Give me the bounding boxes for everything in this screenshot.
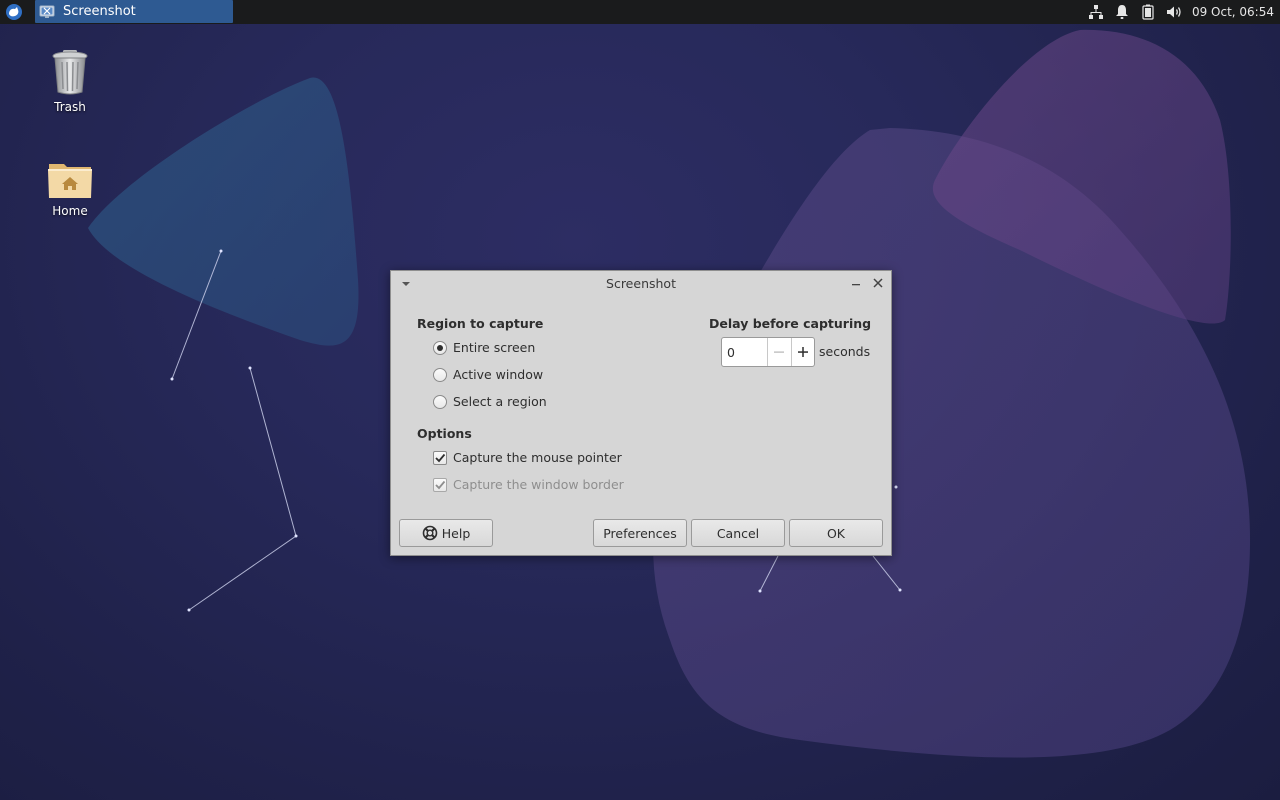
bell-icon[interactable]	[1112, 0, 1132, 24]
help-lifebuoy-icon	[422, 525, 438, 541]
ok-button[interactable]: OK	[789, 519, 883, 547]
screenshot-app-icon	[39, 5, 55, 18]
screenshot-dialog: Screenshot Region to capture Entire scre…	[390, 270, 892, 556]
home-folder-icon	[48, 164, 92, 198]
network-wired-icon[interactable]	[1086, 0, 1106, 24]
radio-label: Select a region	[453, 394, 547, 409]
radio-indicator[interactable]	[433, 367, 447, 382]
seconds-label: seconds	[819, 344, 871, 359]
desktop-icon-trash[interactable]: Trash	[30, 48, 110, 114]
region-heading: Region to capture	[417, 316, 544, 331]
minimize-button[interactable]	[849, 277, 863, 291]
minus-icon	[774, 351, 785, 353]
radio-indicator[interactable]	[433, 394, 447, 409]
volume-icon[interactable]	[1164, 0, 1184, 24]
checkmark-icon	[435, 453, 446, 462]
top-panel: Screenshot 09 Oct, 06:54	[0, 0, 1280, 24]
checkbox-indicator	[433, 477, 447, 492]
radio-select-region[interactable]: Select a region	[433, 394, 547, 409]
checkbox-capture-mouse-pointer[interactable]: Capture the mouse pointer	[433, 450, 622, 465]
dialog-title: Screenshot	[606, 276, 676, 291]
app-menu-button[interactable]	[2, 1, 26, 23]
taskbar-window-label: Screenshot	[63, 4, 136, 19]
decrement-button[interactable]	[767, 338, 791, 366]
delay-heading: Delay before capturing	[709, 316, 872, 331]
plus-icon	[797, 347, 808, 357]
cancel-button[interactable]: Cancel	[691, 519, 785, 547]
ok-button-label: OK	[826, 525, 846, 541]
checkbox-label: Capture the mouse pointer	[453, 450, 622, 465]
checkmark-icon	[435, 480, 446, 489]
radio-label: Active window	[453, 367, 544, 382]
checkbox-indicator[interactable]	[433, 450, 447, 465]
checkbox-capture-window-border: Capture the window border	[433, 477, 624, 492]
radio-entire-screen[interactable]: Entire screen	[433, 340, 535, 355]
clock[interactable]: 09 Oct, 06:54	[1192, 5, 1274, 19]
checkbox-label: Capture the window border	[453, 477, 624, 492]
radio-indicator[interactable]	[433, 340, 447, 355]
desktop-icon-label: Trash	[54, 100, 86, 114]
desktop-icon-home[interactable]: Home	[30, 160, 110, 218]
desktop-icon-label: Home	[52, 204, 88, 218]
help-button[interactable]: Help	[399, 519, 493, 547]
delay-spinbutton[interactable]	[721, 337, 815, 367]
close-button[interactable]	[871, 276, 885, 290]
increment-button[interactable]	[790, 338, 815, 366]
options-heading: Options	[417, 426, 472, 441]
xfce-mouse-icon	[6, 4, 22, 20]
close-icon	[873, 278, 883, 288]
preferences-button[interactable]: Preferences	[593, 519, 687, 547]
dialog-titlebar[interactable]: Screenshot	[391, 271, 891, 297]
system-tray: 09 Oct, 06:54	[1080, 0, 1280, 24]
radio-label: Entire screen	[453, 340, 536, 355]
preferences-button-label: Preferences	[603, 525, 677, 541]
delay-input[interactable]	[722, 338, 767, 366]
radio-active-window[interactable]: Active window	[433, 367, 543, 382]
desktop: Screenshot 09 Oct, 06:54 Trash Home Scre…	[0, 0, 1280, 800]
taskbar-window-screenshot[interactable]: Screenshot	[35, 0, 233, 23]
trash-icon	[52, 50, 88, 95]
battery-icon[interactable]	[1138, 0, 1158, 24]
cancel-button-label: Cancel	[716, 525, 760, 541]
help-button-label: Help	[441, 525, 471, 541]
minimize-icon	[852, 284, 860, 286]
